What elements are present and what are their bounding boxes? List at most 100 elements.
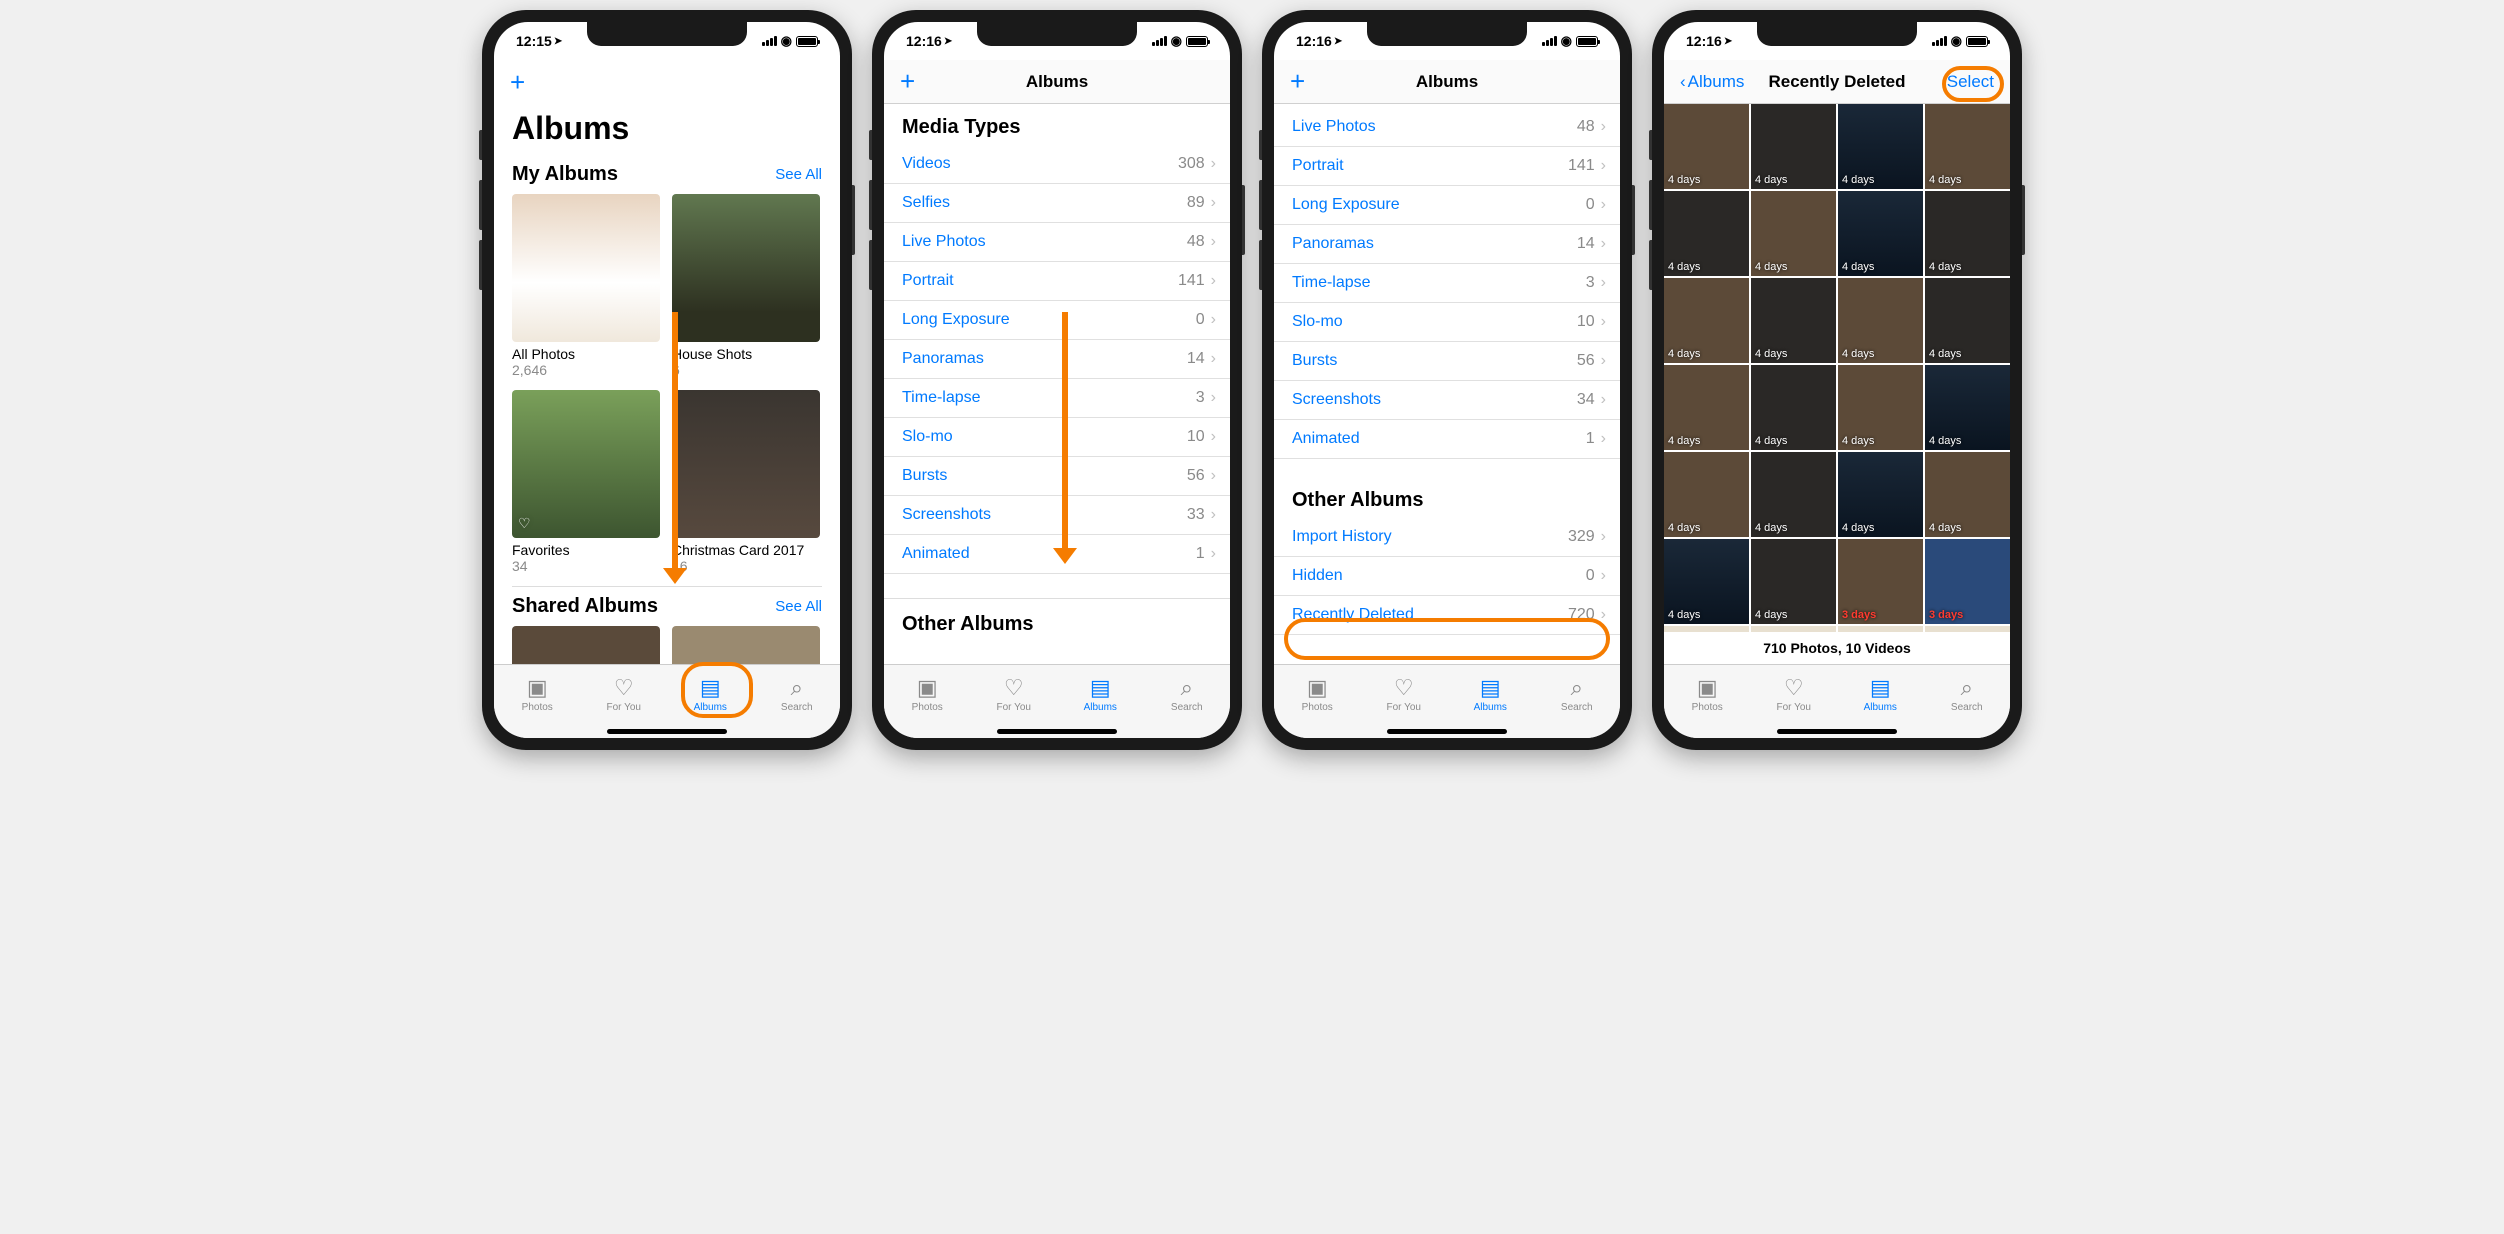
thumbnail[interactable]: 3 days [1751, 626, 1836, 632]
list-row[interactable]: Selfies89› [884, 184, 1230, 223]
see-all-link[interactable]: See All [775, 598, 822, 615]
album-all-photos[interactable]: All Photos 2,646 [512, 194, 662, 378]
tab-bar: ▣Photos ♡For You ▤Albums ⌕Search [884, 664, 1230, 724]
tab-search[interactable]: ⌕Search [1924, 665, 2011, 724]
tab-albums[interactable]: ▤Albums [1447, 665, 1534, 724]
days-remaining: 4 days [1668, 522, 1700, 534]
tab-search[interactable]: ⌕Search [754, 665, 841, 724]
thumbnail[interactable]: 4 days [1838, 104, 1923, 189]
chevron-right-icon: › [1211, 350, 1216, 368]
thumbnail[interactable]: 4 days [1664, 191, 1749, 276]
tab-albums[interactable]: ▤Albums [1837, 665, 1924, 724]
tab-for-you[interactable]: ♡For You [1361, 665, 1448, 724]
add-button[interactable]: + [1290, 66, 1305, 97]
days-remaining: 4 days [1755, 261, 1787, 273]
thumbnail[interactable]: 3 days [1925, 539, 2010, 624]
days-remaining: 4 days [1755, 609, 1787, 621]
thumbnail[interactable]: 3 days [1925, 626, 2010, 632]
list-row[interactable]: Portrait141› [884, 262, 1230, 301]
tab-photos[interactable]: ▣Photos [1274, 665, 1361, 724]
album-christmas[interactable]: Christmas Card 2017 16 [672, 390, 822, 574]
list-row[interactable]: Time-lapse3› [1274, 264, 1620, 303]
tab-photos[interactable]: ▣Photos [494, 665, 581, 724]
list-row[interactable]: Animated1› [1274, 420, 1620, 459]
tab-photos[interactable]: ▣Photos [1664, 665, 1751, 724]
list-row[interactable]: Time-lapse3› [884, 379, 1230, 418]
thumbnail[interactable]: 4 days [1751, 539, 1836, 624]
row-count: 308 [1178, 155, 1205, 173]
tab-search[interactable]: ⌕Search [1534, 665, 1621, 724]
thumbnail[interactable]: 4 days [1838, 278, 1923, 363]
list-row[interactable]: Import History329› [1274, 518, 1620, 557]
add-button[interactable]: + [900, 66, 915, 97]
thumbnail[interactable]: 4 days [1751, 278, 1836, 363]
chevron-right-icon: › [1601, 528, 1606, 546]
tab-for-you[interactable]: ♡For You [1751, 665, 1838, 724]
list-row[interactable]: Portrait141› [1274, 147, 1620, 186]
thumbnail[interactable]: 4 days [1925, 365, 2010, 450]
chevron-right-icon: › [1211, 389, 1216, 407]
search-icon: ⌕ [791, 676, 803, 700]
thumbnail[interactable]: 4 days [1751, 452, 1836, 537]
home-indicator[interactable] [1664, 724, 2010, 738]
list-row[interactable]: Panoramas14› [884, 340, 1230, 379]
thumbnail[interactable]: 4 days [1925, 452, 2010, 537]
thumbnail[interactable]: 4 days [1664, 104, 1749, 189]
list-row[interactable]: Bursts56› [1274, 342, 1620, 381]
tab-for-you[interactable]: ♡For You [971, 665, 1058, 724]
list-row[interactable]: Hidden0› [1274, 557, 1620, 596]
location-icon: ➤ [554, 36, 562, 47]
album-thumb[interactable] [512, 626, 660, 664]
home-indicator[interactable] [1274, 724, 1620, 738]
list-row[interactable]: Screenshots33› [884, 496, 1230, 535]
phone-mockup-2: 12:16➤ ◉ + Albums Media Types Videos308›… [872, 10, 1242, 750]
row-label: Bursts [902, 467, 947, 485]
list-row[interactable]: Slo-mo10› [1274, 303, 1620, 342]
album-favorites[interactable]: ♡ Favorites 34 [512, 390, 662, 574]
tab-albums[interactable]: ▤Albums [1057, 665, 1144, 724]
home-indicator[interactable] [884, 724, 1230, 738]
thumbnail[interactable]: 3 days [1664, 626, 1749, 632]
add-button[interactable]: + [510, 67, 525, 98]
thumbnail[interactable]: 4 days [1751, 365, 1836, 450]
thumbnail[interactable]: 4 days [1664, 452, 1749, 537]
tab-search[interactable]: ⌕Search [1144, 665, 1231, 724]
thumbnail[interactable]: 4 days [1838, 191, 1923, 276]
tab-for-you[interactable]: ♡For You [581, 665, 668, 724]
list-row[interactable]: Long Exposure0› [884, 301, 1230, 340]
heart-icon: ♡ [1394, 676, 1414, 700]
thumbnail[interactable]: 4 days [1751, 104, 1836, 189]
list-row[interactable]: Panoramas14› [1274, 225, 1620, 264]
signal-icon [1932, 36, 1947, 46]
row-count: 141 [1178, 272, 1205, 290]
thumbnail[interactable]: 4 days [1664, 539, 1749, 624]
list-row[interactable]: Videos308› [884, 145, 1230, 184]
thumbnail[interactable]: 4 days [1838, 365, 1923, 450]
thumbnail[interactable]: 4 days [1751, 191, 1836, 276]
list-row[interactable]: Screenshots34› [1274, 381, 1620, 420]
battery-icon [796, 36, 818, 47]
row-count: 329 [1568, 528, 1595, 546]
wifi-icon: ◉ [781, 33, 792, 49]
list-row[interactable]: Slo-mo10› [884, 418, 1230, 457]
thumbnail[interactable]: 4 days [1925, 278, 2010, 363]
thumbnail[interactable]: 4 days [1838, 452, 1923, 537]
home-indicator[interactable] [494, 724, 840, 738]
back-button[interactable]: ‹Albums [1680, 72, 1744, 92]
album-thumb[interactable] [672, 626, 820, 664]
thumbnail[interactable]: 4 days [1925, 191, 2010, 276]
tab-photos[interactable]: ▣Photos [884, 665, 971, 724]
thumbnail[interactable]: 4 days [1925, 104, 2010, 189]
list-row[interactable]: Live Photos48› [1274, 108, 1620, 147]
thumbnail-grid: 4 days4 days4 days4 days4 days4 days4 da… [1664, 104, 2010, 632]
thumbnail[interactable]: 3 days [1838, 539, 1923, 624]
list-row[interactable]: Bursts56› [884, 457, 1230, 496]
thumbnail[interactable]: 4 days [1664, 365, 1749, 450]
album-house-shots[interactable]: House Shots 6 [672, 194, 822, 378]
thumbnail[interactable]: 4 days [1664, 278, 1749, 363]
see-all-link[interactable]: See All [775, 166, 822, 183]
list-row[interactable]: Live Photos48› [884, 223, 1230, 262]
list-row[interactable]: Long Exposure0› [1274, 186, 1620, 225]
row-label: Videos [902, 155, 951, 173]
thumbnail[interactable]: 3 days [1838, 626, 1923, 632]
